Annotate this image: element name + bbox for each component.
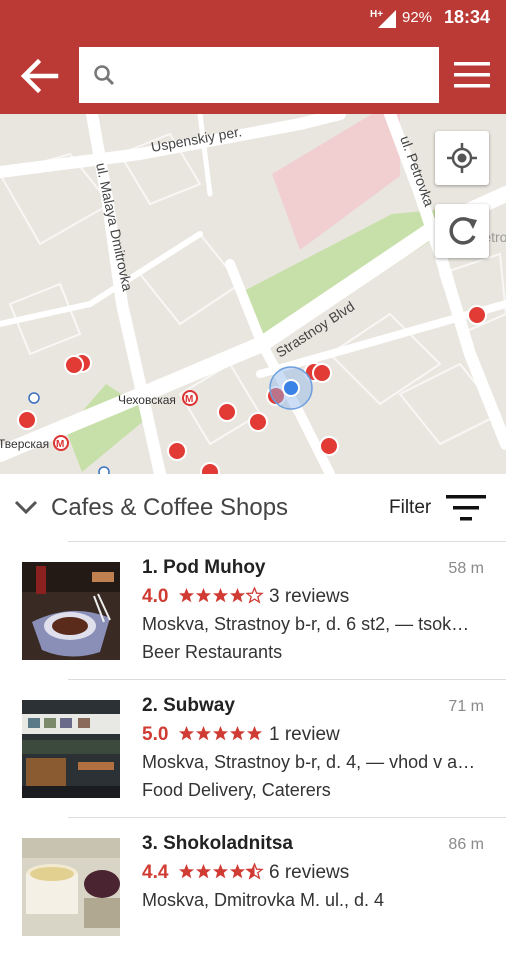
place-name[interactable]: 3. Shokoladnitsa xyxy=(142,833,293,855)
my-location-button[interactable] xyxy=(435,131,489,185)
app-bar xyxy=(0,36,506,114)
map-pin[interactable] xyxy=(200,462,220,474)
review-count: 6 reviews xyxy=(269,862,350,883)
place-photo xyxy=(22,838,120,936)
rating-value: 4.4 xyxy=(142,862,169,883)
list-item[interactable]: 1. Pod Muhoy 58 m 4.0 3 reviews Moskva, … xyxy=(0,542,506,679)
rating-value: 4.0 xyxy=(142,586,169,607)
my-location-icon xyxy=(447,143,477,173)
map-pin[interactable] xyxy=(467,305,487,325)
street-label: Uspenskiy per. xyxy=(150,123,243,155)
user-location-marker xyxy=(269,366,313,410)
metro-icon: M xyxy=(182,390,198,406)
place-categories: Food Delivery, Caterers xyxy=(142,780,331,800)
rating-stars-icon xyxy=(179,587,263,603)
map-pin[interactable] xyxy=(248,412,268,432)
review-count: 3 reviews xyxy=(269,586,350,607)
map-park-area xyxy=(242,210,436,346)
refresh-icon xyxy=(449,217,477,245)
search-bar[interactable] xyxy=(79,47,439,103)
place-name[interactable]: 2. Subway xyxy=(142,695,235,717)
svg-text:M: M xyxy=(185,394,193,405)
filter-button[interactable]: Filter xyxy=(389,497,431,519)
search-input[interactable] xyxy=(125,59,429,93)
rating-value: 5.0 xyxy=(142,724,169,745)
chevron-down-icon[interactable] xyxy=(14,498,38,516)
back-arrow-icon[interactable] xyxy=(18,56,60,96)
map-pin[interactable] xyxy=(167,441,187,461)
signal-icon: H+ xyxy=(370,9,396,28)
menu-icon[interactable] xyxy=(454,62,490,88)
distance-label: 58 m xyxy=(448,560,484,577)
status-bar: H+ 92% 18:34 xyxy=(0,0,506,36)
metro-icon: M xyxy=(53,435,69,451)
map-pin[interactable] xyxy=(17,410,37,430)
svg-text:M: M xyxy=(56,439,64,450)
place-address: Moskva, Dmitrovka M. ul., d. 4 xyxy=(142,890,385,910)
rating-stars-icon xyxy=(179,863,263,879)
category-bar: Cafes & Coffee Shops Filter xyxy=(0,474,506,542)
refresh-button[interactable] xyxy=(435,204,489,258)
clock: 18:34 xyxy=(444,7,491,27)
place-photo xyxy=(22,700,120,798)
map-pin[interactable] xyxy=(312,363,332,383)
distance-label: 71 m xyxy=(448,698,484,715)
network-type-label: H+ xyxy=(370,9,383,20)
map-pin[interactable] xyxy=(217,402,237,422)
battery-label: 92% xyxy=(402,9,433,26)
transit-icon xyxy=(98,466,110,474)
place-categories: Beer Restaurants xyxy=(142,642,283,662)
rating-stars-icon xyxy=(179,726,262,741)
metro-station-label: Чеховская xyxy=(118,393,176,407)
map-canvas: Uspenskiy per. ul. Petrovka ul. Malaya D… xyxy=(0,114,506,474)
transit-icon xyxy=(28,392,40,404)
place-photo xyxy=(22,562,120,660)
review-count: 1 review xyxy=(269,724,340,745)
map-view[interactable]: Uspenskiy per. ul. Petrovka ul. Malaya D… xyxy=(0,114,506,474)
map-pin[interactable] xyxy=(319,436,339,456)
list-item[interactable]: 2. Subway 71 m 5.0 1 review Moskva, Stra… xyxy=(0,680,506,817)
search-icon xyxy=(94,65,115,86)
category-title[interactable]: Cafes & Coffee Shops xyxy=(51,494,288,522)
list-item[interactable]: 3. Shokoladnitsa 86 m 4.4 6 reviews Mosk… xyxy=(0,818,506,955)
filter-icon[interactable] xyxy=(446,494,486,522)
distance-label: 86 m xyxy=(448,836,484,853)
place-name[interactable]: 1. Pod Muhoy xyxy=(142,557,266,579)
metro-station-label: Тверская xyxy=(0,437,49,451)
map-pin[interactable] xyxy=(64,355,84,375)
place-address: Moskva, Strastnoy b-r, d. 6 st2, — tsok… xyxy=(142,614,470,634)
place-address: Moskva, Strastnoy b-r, d. 4, — vhod v a… xyxy=(142,752,476,772)
